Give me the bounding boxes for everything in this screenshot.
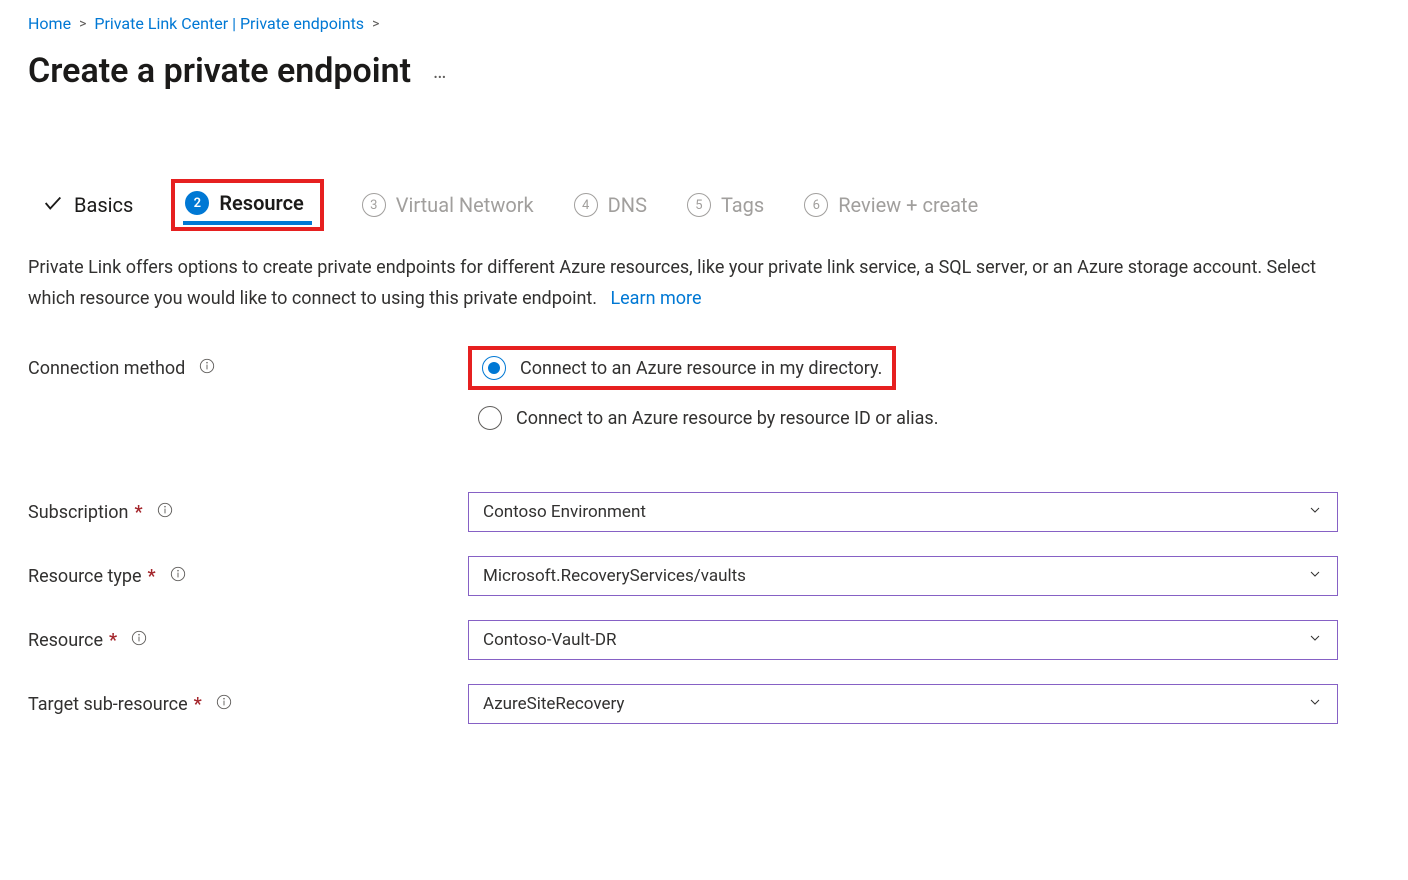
tab-virtual-network[interactable]: 3 Virtual Network <box>360 187 536 223</box>
resource-label: Resource * <box>28 630 468 651</box>
chevron-down-icon <box>1307 630 1323 651</box>
required-asterisk: * <box>148 566 156 587</box>
resource-type-row: Resource type * Microsoft.RecoveryServic… <box>28 556 1338 596</box>
tab-label: Review + create <box>838 193 978 217</box>
radio-label: Connect to an Azure resource by resource… <box>516 408 938 429</box>
target-sub-resource-select[interactable]: AzureSiteRecovery <box>468 684 1338 724</box>
target-sub-resource-row: Target sub-resource * AzureSiteRecovery <box>28 684 1338 724</box>
tab-label: DNS <box>608 193 647 217</box>
tab-basics[interactable]: Basics <box>40 186 135 224</box>
select-value: Contoso Environment <box>483 502 646 522</box>
select-value: AzureSiteRecovery <box>483 694 624 714</box>
tab-review-create[interactable]: 6 Review + create <box>802 187 980 223</box>
info-icon[interactable] <box>216 694 232 715</box>
resource-type-select[interactable]: Microsoft.RecoveryServices/vaults <box>468 556 1338 596</box>
chevron-down-icon <box>1307 694 1323 715</box>
resource-form: Connection method Connect to an Azure re… <box>28 346 1338 724</box>
tab-label: Resource <box>219 191 303 215</box>
step-number-icon: 4 <box>574 193 598 217</box>
subscription-row: Subscription * Contoso Environment <box>28 492 1338 532</box>
radio-label: Connect to an Azure resource in my direc… <box>520 358 882 379</box>
required-asterisk: * <box>135 502 143 523</box>
info-icon[interactable] <box>131 630 147 651</box>
chevron-right-icon: > <box>79 16 86 32</box>
target-sub-resource-label: Target sub-resource * <box>28 694 468 715</box>
radio-connect-directory[interactable]: Connect to an Azure resource in my direc… <box>468 346 896 390</box>
chevron-down-icon <box>1307 502 1323 523</box>
chevron-right-icon: > <box>372 16 379 32</box>
radio-connect-resource-id[interactable]: Connect to an Azure resource by resource… <box>468 400 948 436</box>
subscription-label: Subscription * <box>28 502 468 523</box>
step-number-icon: 3 <box>362 193 386 217</box>
learn-more-link[interactable]: Learn more <box>610 288 701 309</box>
info-icon[interactable] <box>157 502 173 523</box>
subscription-select[interactable]: Contoso Environment <box>468 492 1338 532</box>
page-title-row: Create a private endpoint … <box>28 51 1380 91</box>
step-number-icon: 5 <box>687 193 711 217</box>
connection-method-row-2: Connect to an Azure resource by resource… <box>28 400 1338 436</box>
tab-tags[interactable]: 5 Tags <box>685 187 766 223</box>
resource-row: Resource * Contoso-Vault-DR <box>28 620 1338 660</box>
tab-resource[interactable]: 2 Resource <box>171 179 323 231</box>
tab-description: Private Link offers options to create pr… <box>28 253 1328 314</box>
radio-icon <box>482 356 506 380</box>
tab-dns[interactable]: 4 DNS <box>572 187 649 223</box>
breadcrumb-home[interactable]: Home <box>28 14 71 33</box>
page-title: Create a private endpoint <box>28 51 411 91</box>
step-number-icon: 6 <box>804 193 828 217</box>
tab-label: Virtual Network <box>396 193 534 217</box>
radio-icon <box>478 406 502 430</box>
required-asterisk: * <box>194 694 202 715</box>
breadcrumb-private-link-center[interactable]: Private Link Center | Private endpoints <box>94 14 364 33</box>
info-icon[interactable] <box>199 358 215 379</box>
chevron-down-icon <box>1307 566 1323 587</box>
info-icon[interactable] <box>170 566 186 587</box>
step-number-icon: 2 <box>185 191 209 215</box>
connection-method-row: Connection method Connect to an Azure re… <box>28 346 1338 390</box>
select-value: Contoso-Vault-DR <box>483 630 617 650</box>
resource-type-label: Resource type * <box>28 566 468 587</box>
required-asterisk: * <box>109 630 117 651</box>
resource-select[interactable]: Contoso-Vault-DR <box>468 620 1338 660</box>
connection-method-label: Connection method <box>28 358 468 379</box>
check-icon <box>42 192 64 218</box>
breadcrumb: Home > Private Link Center | Private end… <box>28 14 1380 33</box>
more-actions-button[interactable]: … <box>433 59 448 83</box>
wizard-tabs: Basics 2 Resource 3 Virtual Network 4 DN… <box>28 179 1380 231</box>
tab-label: Tags <box>721 193 764 217</box>
select-value: Microsoft.RecoveryServices/vaults <box>483 566 746 586</box>
tab-label: Basics <box>74 193 133 217</box>
